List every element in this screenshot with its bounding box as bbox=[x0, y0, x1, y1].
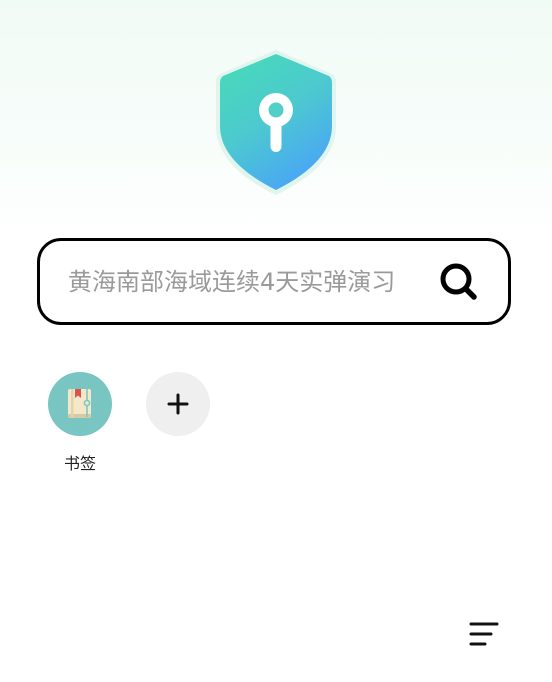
add-shortcut-circle bbox=[146, 372, 210, 436]
shortcut-bookmarks[interactable]: 书签 bbox=[48, 372, 112, 474]
shortcut-label: 书签 bbox=[63, 454, 96, 473]
book-icon bbox=[68, 389, 91, 418]
app-logo bbox=[214, 48, 338, 198]
menu-icon bbox=[469, 622, 499, 646]
search-button[interactable] bbox=[438, 261, 480, 303]
search-icon bbox=[440, 263, 477, 300]
search-input[interactable] bbox=[68, 241, 428, 322]
shield-keyhole-icon bbox=[216, 50, 336, 195]
plus-icon bbox=[167, 393, 189, 415]
shortcut-icon-circle bbox=[48, 372, 112, 436]
add-shortcut-button[interactable] bbox=[146, 372, 210, 436]
menu-button[interactable] bbox=[468, 620, 500, 650]
search-bar bbox=[37, 238, 511, 325]
